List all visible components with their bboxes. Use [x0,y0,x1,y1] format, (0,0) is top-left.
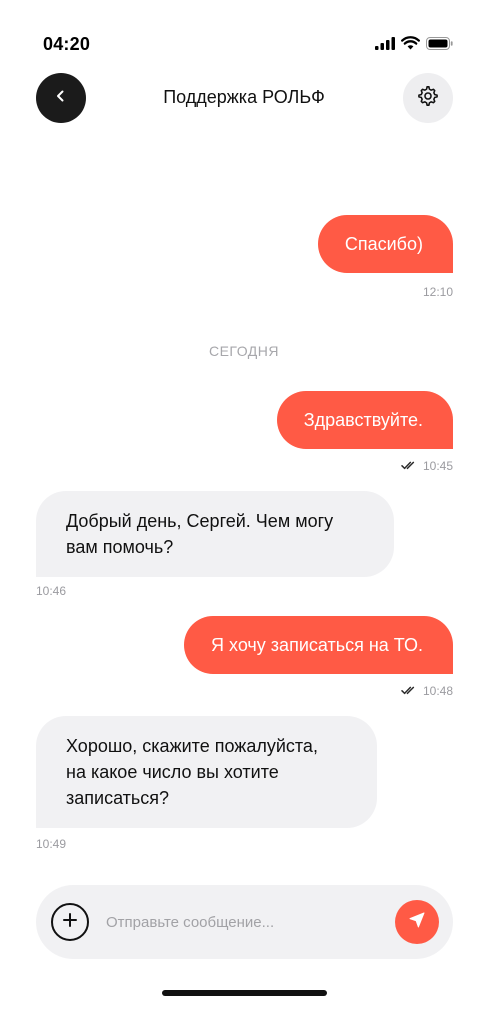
message-text-line: записаться? [66,788,170,808]
message-meta: 10:49 [36,837,66,851]
double-check-icon [401,684,418,698]
message-text-line: Хорошо, скажите пожалуйста, [66,736,318,756]
message-text: Здравствуйте. [303,410,423,430]
status-time: 04:20 [43,34,91,54]
status-bar: 04:20 [0,30,488,60]
message-time: 10:46 [36,584,67,598]
message-text: Я хочу записаться на ТО. [211,635,423,655]
message-time: 10:48 [422,684,453,698]
plus-icon [62,912,78,933]
message-incoming[interactable]: Добрый день, Сергей. Чем могу вам помочь… [36,491,394,577]
message-meta: 12:10 [423,285,453,299]
chat-header: Поддержка РОЛЬФ [0,73,488,125]
message-time: 10:45 [422,459,453,473]
message-time: 12:10 [422,285,453,299]
message-text: Спасибо) [344,234,423,254]
home-indicator [162,990,327,996]
message-input[interactable] [106,907,376,937]
double-check-icon [401,459,418,473]
settings-button[interactable] [403,73,453,123]
message-outgoing[interactable]: Я хочу записаться на ТО. [184,616,453,674]
status-icons [375,36,453,55]
message-meta: 10:45 [401,459,453,473]
message-time: 10:49 [36,837,67,851]
message-text-line: Добрый день, Сергей. Чем могу [66,511,334,531]
message-outgoing[interactable]: Спасибо) [317,215,453,273]
send-button[interactable] [395,900,439,944]
message-composer [36,885,453,959]
message-incoming[interactable]: Хорошо, скажите пожалуйста, на какое чис… [36,716,377,828]
send-icon [408,911,426,934]
battery-icon [426,36,453,55]
signal-icon [375,36,395,55]
message-outgoing[interactable]: Здравствуйте. [276,391,453,449]
message-meta: 10:46 [36,584,66,598]
message-meta: 10:48 [401,684,453,698]
gear-icon [417,85,439,112]
wifi-icon [401,36,420,55]
message-text-line: вам помочь? [66,537,174,557]
attach-button[interactable] [51,903,89,941]
date-divider: СЕГОДНЯ [208,343,280,359]
message-text-line: на какое число вы хотите [66,762,279,782]
